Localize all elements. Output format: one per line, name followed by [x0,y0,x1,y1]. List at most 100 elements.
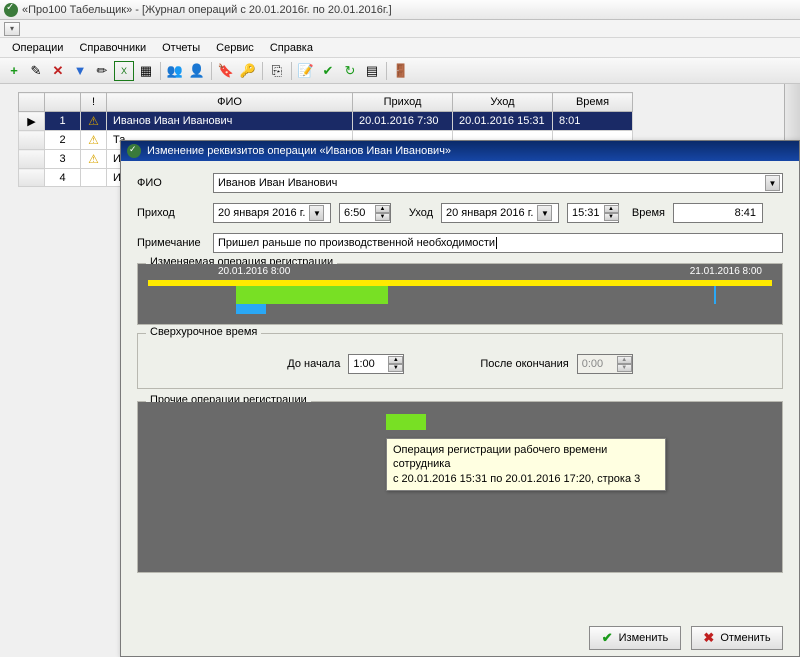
after-end-spinner: 0:00 ▲▼ [577,354,633,374]
other-ops-timeline: Операция регистрации рабочего времени со… [138,402,782,572]
ok-button[interactable]: ✔ Изменить [589,626,681,650]
window-title: «Про100 Табельщик» - [Журнал операций с … [22,4,392,16]
users-icon[interactable]: 👥 [165,61,185,81]
col-fio[interactable]: ФИО [107,93,353,112]
door-icon[interactable]: 🚪 [391,61,411,81]
col-num[interactable] [45,93,81,112]
table-row[interactable]: ▶ 1 ⚠ Иванов Иван Иванович 20.01.2016 7:… [19,112,633,131]
menu-operations[interactable]: Операции [4,40,71,56]
col-warn[interactable]: ! [81,93,107,112]
sheet-icon[interactable]: ▤ [362,61,382,81]
row-num: 4 [45,169,81,187]
spin-up-icon[interactable]: ▲ [375,205,390,213]
note-icon[interactable]: 📝 [296,61,316,81]
row-num: 3 [45,150,81,169]
other-ops-group: Прочие операции регистрации Операция рег… [137,401,783,573]
menubar: Операции Справочники Отчеты Сервис Справ… [0,38,800,58]
arrive-date-value: 20 января 2016 г. [218,207,305,219]
cancel-label: Отменить [720,632,770,644]
tooltip: Операция регистрации рабочего времени со… [386,438,666,491]
duration-value: 8:41 [735,207,756,219]
label-time: Время [627,207,665,219]
refresh-icon[interactable]: ↻ [340,61,360,81]
note-input[interactable]: Пришел раньше по производственной необхо… [213,233,783,253]
edit-icon[interactable]: ✎ [26,61,46,81]
ok-label: Изменить [619,632,669,644]
edited-operation-group: Изменяемая операция регистрации 20.01.20… [137,263,783,325]
user-icon[interactable]: 👤 [187,61,207,81]
leave-time-value: 15:31 [572,207,600,219]
row-num: 1 [45,112,81,131]
excel-icon[interactable]: X [114,61,134,81]
leave-time-spinner[interactable]: 15:31 ▲▼ [567,203,619,223]
tooltip-line2: с 20.01.2016 15:31 по 20.01.2016 17:20, … [393,472,659,486]
chevron-down-icon[interactable]: ▼ [537,205,552,221]
duration-display: 8:41 [673,203,763,223]
cell-arrive: 20.01.2016 7:30 [353,112,453,131]
label-before-start: До начала [287,358,340,370]
toolbar-separator [211,62,212,80]
cell-leave: 20.01.2016 15:31 [453,112,553,131]
col-arrive[interactable]: Приход [353,93,453,112]
timeline-start-label: 20.01.2016 8:00 [218,266,290,277]
leave-date-value: 20 января 2016 г. [446,207,533,219]
arrive-time-spinner[interactable]: 6:50 ▲▼ [339,203,391,223]
col-rowhead[interactable] [19,93,45,112]
pencil-icon[interactable]: ✏ [92,61,112,81]
check-icon: ✔ [602,630,613,646]
label-fio: ФИО [137,177,205,189]
spin-down-icon[interactable]: ▼ [604,213,619,221]
mdi-restore-icon[interactable]: ▾ [4,22,20,36]
cancel-button[interactable]: ✖ Отменить [691,626,783,650]
chevron-down-icon[interactable]: ▼ [765,175,780,191]
warn-icon: ⚠ [81,150,107,169]
toolbar-separator [160,62,161,80]
arrive-date-picker[interactable]: 20 января 2016 г. ▼ [213,203,331,223]
timeline-tick [714,286,716,304]
note-value: Пришел раньше по производственной необхо… [218,237,495,249]
window-titlebar: «Про100 Табельщик» - [Журнал операций с … [0,0,800,20]
add-icon[interactable]: + [4,61,24,81]
before-start-spinner[interactable]: 1:00 ▲▼ [348,354,404,374]
spin-up-icon[interactable]: ▲ [604,205,619,213]
cell-time: 8:01 [553,112,633,131]
menu-reports[interactable]: Отчеты [154,40,208,56]
copy-icon[interactable]: ⎘ [267,61,287,81]
dialog-icon [127,144,141,158]
cell-fio: Иванов Иван Иванович [107,112,353,131]
arrive-time-value: 6:50 [344,207,371,219]
mdi-control-row: ▾ [0,20,800,38]
menu-directories[interactable]: Справочники [71,40,154,56]
label-arrive: Приход [137,207,205,219]
toolbar-separator [262,62,263,80]
fio-dropdown[interactable]: Иванов Иван Иванович ▼ [213,173,783,193]
dialog-titlebar[interactable]: Изменение реквизитов операции «Иванов Ив… [121,141,799,161]
spin-down-icon[interactable]: ▼ [388,364,403,372]
tooltip-line1: Операция регистрации рабочего времени со… [393,443,659,472]
before-start-value: 1:00 [353,358,384,370]
warn-icon: ⚠ [81,112,107,131]
chevron-down-icon[interactable]: ▼ [309,205,324,221]
filter-icon[interactable]: ▼ [70,61,90,81]
label-note: Примечание [137,237,205,249]
spin-up-icon[interactable]: ▲ [388,356,403,364]
dialog-footer: ✔ Изменить ✖ Отменить [121,620,799,656]
toolbar: + ✎ ✕ ▼ ✏ X ▦ 👥 👤 🔖 🔑 ⎘ 📝 ✔ ↻ ▤ 🚪 [0,58,800,84]
row-pointer: ▶ [19,112,45,131]
col-time[interactable]: Время [553,93,633,112]
tag-icon[interactable]: 🔖 [216,61,236,81]
menu-service[interactable]: Сервис [208,40,262,56]
dialog-title: Изменение реквизитов операции «Иванов Ив… [147,145,451,157]
key-icon[interactable]: 🔑 [238,61,258,81]
delete-icon[interactable]: ✕ [48,61,68,81]
timeline: 20.01.2016 8:00 21.01.2016 8:00 [138,264,782,324]
menu-help[interactable]: Справка [262,40,321,56]
timeline-overtime-bar [236,304,266,314]
spin-down-icon[interactable]: ▼ [375,213,390,221]
col-leave[interactable]: Уход [453,93,553,112]
other-op-bar[interactable] [386,414,426,430]
spin-up-icon: ▲ [617,356,632,364]
check-icon[interactable]: ✔ [318,61,338,81]
calendar-icon[interactable]: ▦ [136,61,156,81]
leave-date-picker[interactable]: 20 января 2016 г. ▼ [441,203,559,223]
